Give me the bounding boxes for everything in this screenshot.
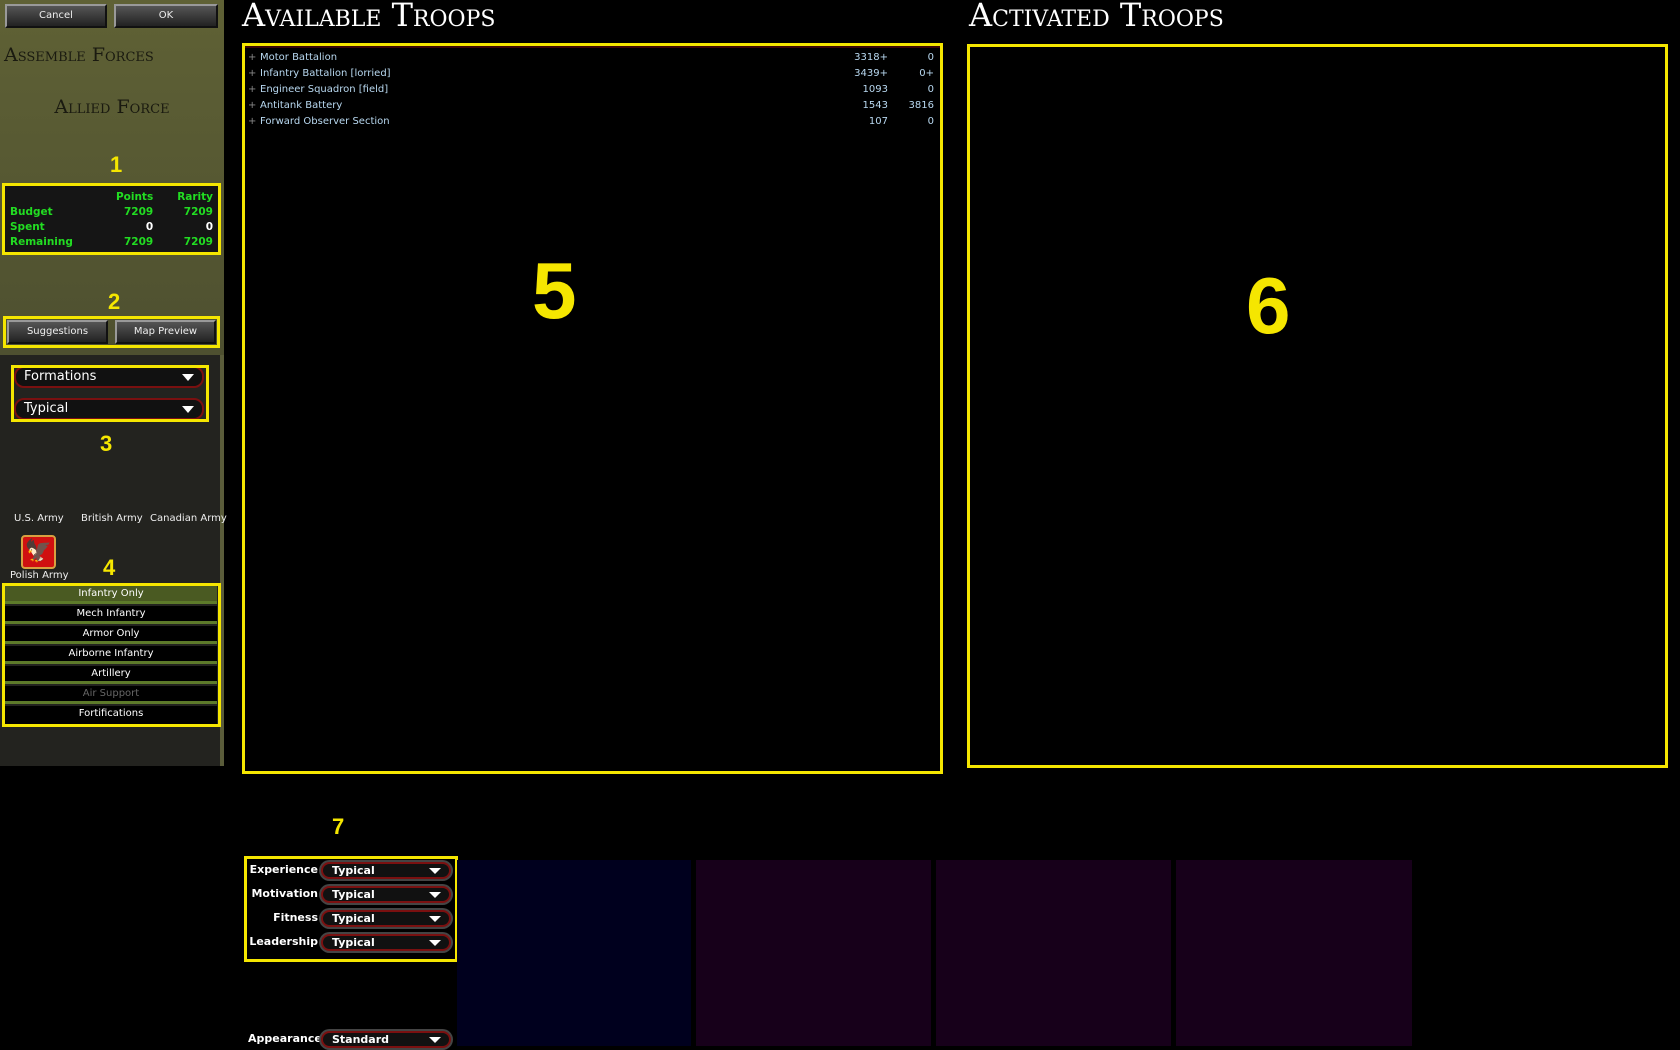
highlight-box-1	[2, 183, 221, 255]
dropdown-value: Standard	[332, 1033, 390, 1046]
annotation-7: 7	[332, 814, 345, 839]
expand-icon[interactable]: +	[248, 68, 256, 79]
troop-row[interactable]: + Antitank Battery 1543 3816	[248, 100, 938, 116]
highlight-box-4	[2, 583, 221, 727]
annotation-1: 1	[110, 152, 123, 177]
army-british[interactable]: British Army	[81, 513, 143, 524]
expand-icon[interactable]: +	[248, 116, 256, 127]
activated-troops-list[interactable]	[967, 44, 1668, 768]
expand-icon[interactable]: +	[248, 84, 256, 95]
force-name: Allied Force	[54, 96, 170, 118]
army-polish[interactable]: Polish Army	[10, 570, 69, 581]
annotation-5: 5	[532, 246, 577, 335]
annotation-4: 4	[103, 555, 116, 580]
highlight-box-2	[3, 316, 220, 348]
annotation-6: 6	[1246, 261, 1291, 350]
unit-info-panel	[936, 860, 1171, 1046]
highlight-box-3	[11, 365, 209, 422]
troop-row[interactable]: + Engineer Squadron [field] 1093 0	[248, 84, 938, 100]
expand-icon[interactable]: +	[248, 52, 256, 63]
unit-info-panel	[696, 860, 931, 1046]
expand-icon[interactable]: +	[248, 100, 256, 111]
appearance-label: Appearance	[248, 1032, 322, 1045]
highlight-box-7	[244, 856, 458, 962]
troop-row[interactable]: + Infantry Battalion [lorried] 3439+ 0+	[248, 68, 938, 84]
polish-eagle-icon[interactable]: 🦅	[21, 535, 56, 569]
unit-info-panel	[457, 860, 691, 1046]
troop-row[interactable]: + Motor Battalion 3318+ 0	[248, 52, 938, 68]
army-canadian[interactable]: Canadian Army	[150, 513, 227, 524]
annotation-3: 3	[100, 431, 113, 456]
list-divider	[245, 46, 940, 48]
available-troops-title: Available Troops	[242, 0, 496, 34]
assemble-forces-heading: Assemble Forces	[4, 44, 154, 66]
available-troops-list[interactable]	[242, 43, 943, 774]
ok-button[interactable]: OK	[114, 4, 218, 28]
unit-info-panel	[1176, 860, 1412, 1046]
cancel-button[interactable]: Cancel	[5, 4, 107, 28]
activated-troops-title: Activated Troops	[969, 0, 1224, 34]
chevron-down-icon	[429, 1037, 441, 1043]
annotation-2: 2	[108, 289, 121, 314]
troop-row[interactable]: + Forward Observer Section 107 0	[248, 116, 938, 132]
army-us[interactable]: U.S. Army	[14, 513, 64, 524]
appearance-dropdown[interactable]: Standard	[321, 1031, 451, 1048]
